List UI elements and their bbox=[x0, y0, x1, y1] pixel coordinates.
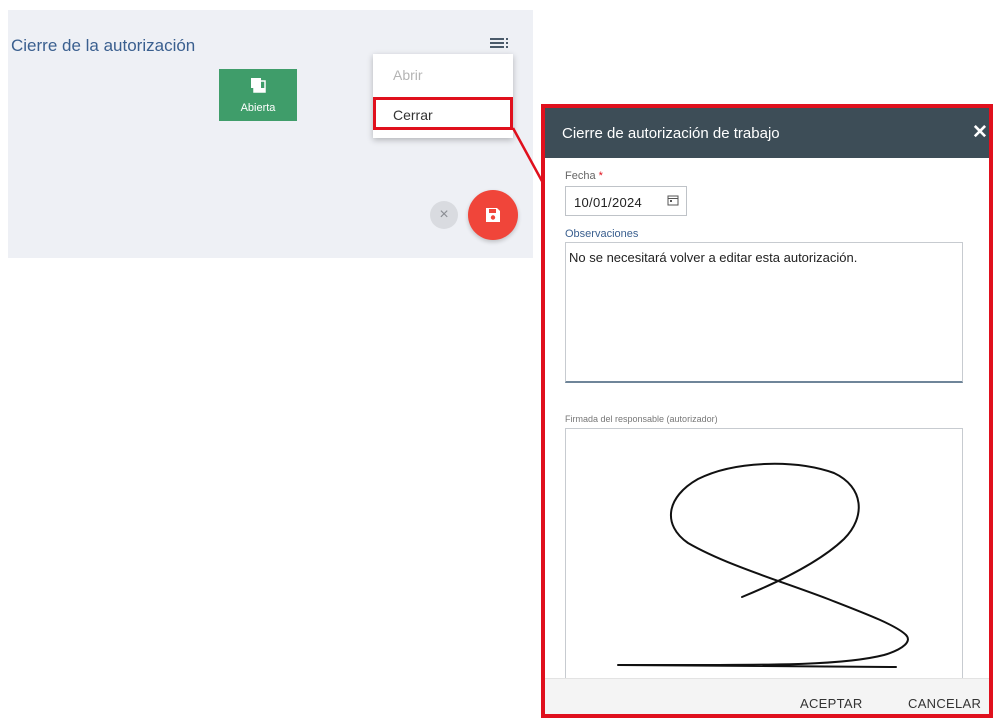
fecha-date-input[interactable]: 10/01/2024 bbox=[565, 186, 687, 216]
state-tile-label: Abierta bbox=[240, 102, 276, 114]
stack-icon bbox=[251, 78, 266, 93]
card-title: Cierre de la autorización bbox=[11, 36, 196, 55]
modal-title: Cierre de autorización de trabajo bbox=[562, 125, 780, 142]
observaciones-label: Observaciones bbox=[565, 228, 639, 240]
fecha-label: Fecha * bbox=[565, 170, 603, 182]
firma-label: Firmada del responsable (autorizador) bbox=[565, 414, 718, 424]
modal-body: Fecha * 10/01/2024 Observaciones No se n… bbox=[545, 158, 992, 688]
fecha-label-text: Fecha bbox=[565, 170, 596, 182]
required-mark: * bbox=[598, 170, 603, 182]
handwritten-signature bbox=[617, 462, 909, 668]
menu-lines-icon[interactable] bbox=[490, 36, 510, 50]
accept-button[interactable]: ACEPTAR bbox=[800, 696, 863, 711]
screenshot-stage: Cierre de la autorización Abierta Abrir … bbox=[0, 0, 993, 718]
signature-pad[interactable] bbox=[565, 428, 963, 688]
cancel-button[interactable]: CANCELAR bbox=[908, 696, 981, 711]
modal-header: Cierre de autorización de trabajo ✕ bbox=[545, 108, 989, 158]
closure-card: Cierre de la autorización Abierta Abrir … bbox=[8, 10, 533, 258]
cerrar-highlight-box bbox=[373, 97, 513, 130]
close-icon[interactable]: ✕ bbox=[972, 123, 988, 143]
fecha-value: 10/01/2024 bbox=[574, 195, 643, 210]
observaciones-value: No se necesitará volver a editar esta au… bbox=[569, 250, 858, 265]
modal-footer: ACEPTAR CANCELAR bbox=[545, 678, 989, 714]
menu-item-abrir[interactable]: Abrir bbox=[373, 59, 513, 91]
cancel-fab-button[interactable]: × bbox=[430, 201, 458, 229]
modal-scrollbar[interactable] bbox=[989, 220, 992, 610]
closure-modal: Cierre de autorización de trabajo ✕ Fech… bbox=[541, 104, 993, 718]
calendar-icon[interactable] bbox=[667, 194, 679, 206]
floppy-disk-icon bbox=[486, 208, 500, 222]
save-fab-button[interactable] bbox=[468, 190, 518, 240]
state-tile-abierta[interactable]: Abierta bbox=[219, 69, 297, 121]
observaciones-textarea[interactable]: No se necesitará volver a editar esta au… bbox=[565, 242, 963, 383]
